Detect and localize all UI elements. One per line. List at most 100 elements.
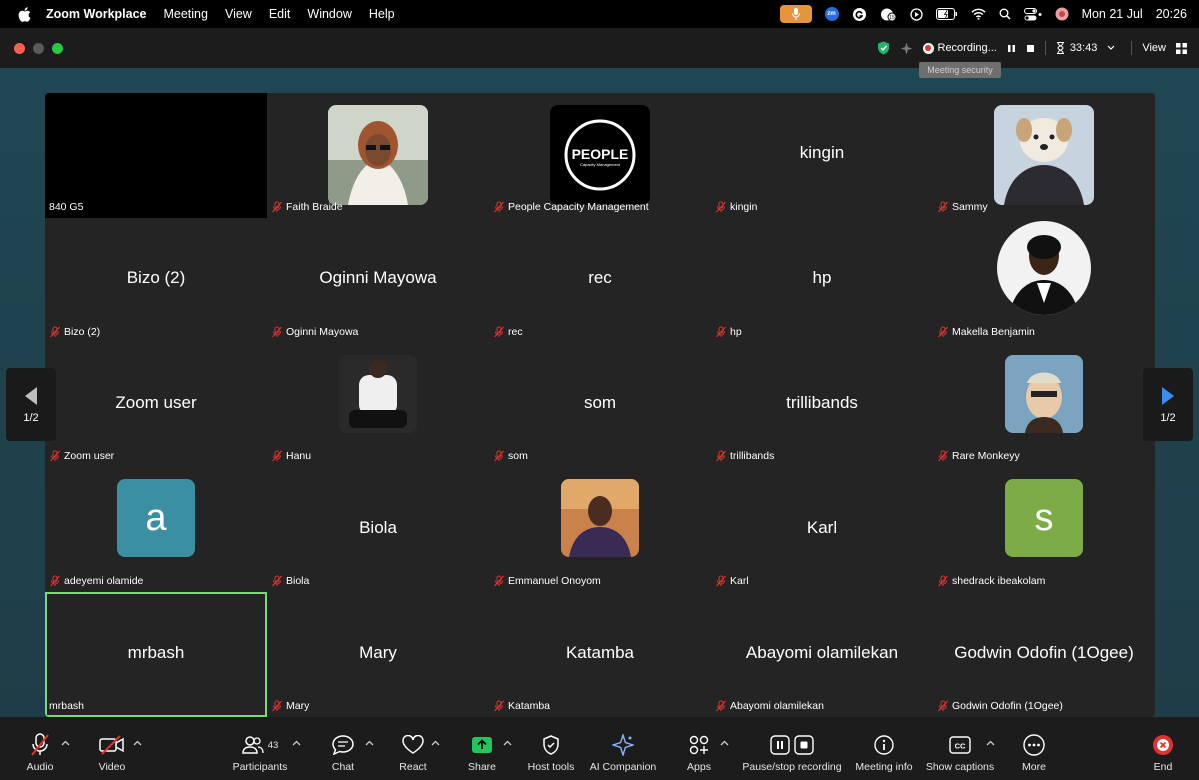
participant-tile[interactable]: mrbash mrbash (45, 592, 267, 717)
participants-button[interactable]: 43 Participants (230, 733, 290, 773)
participant-tile[interactable]: PEOPLE Capacity Management People Capacity… (489, 93, 711, 218)
menu-help[interactable]: Help (360, 7, 403, 21)
participant-name: Faith Braide (286, 200, 343, 213)
wifi-icon[interactable] (971, 8, 986, 20)
participant-name-label: hp (715, 326, 742, 338)
microphone-muted-icon (493, 326, 505, 338)
meeting-timer[interactable]: 33:43 (1070, 42, 1098, 54)
participant-tile[interactable]: a adeyemi olamide (45, 467, 267, 593)
participant-name: Bizo (2) (64, 325, 101, 338)
menu-edit[interactable]: Edit (260, 7, 299, 21)
close-window-button[interactable] (14, 43, 25, 54)
participant-tile[interactable]: Godwin Odofin (1Ogee) Godwin Odofin (1Oge… (933, 592, 1155, 717)
participant-tile[interactable]: Emmanuel Onoyom (489, 467, 711, 593)
next-page-button[interactable]: 1/2 (1143, 368, 1193, 441)
participant-name: mrbash (49, 699, 85, 712)
participant-tile[interactable]: Faith Braide (267, 93, 489, 218)
participant-tile[interactable]: Karl Karl (711, 467, 933, 593)
stop-recording-icon[interactable] (1026, 44, 1035, 53)
participant-avatar (339, 354, 417, 433)
participant-display-name: Zoom user (115, 392, 197, 412)
participant-avatar (997, 220, 1091, 315)
video-options-chevron-icon[interactable] (133, 739, 142, 748)
grammarly-icon[interactable] (852, 7, 867, 22)
zoom-status-icon[interactable]: zm (824, 7, 839, 21)
menu-app-name[interactable]: Zoom Workplace (34, 7, 155, 21)
participant-tile[interactable]: rec rec (489, 217, 711, 343)
participant-tile[interactable]: Biola Biola (267, 467, 489, 593)
ai-companion-button[interactable]: AI Companion (588, 733, 658, 773)
react-button[interactable]: React (398, 733, 428, 773)
react-options-chevron-icon[interactable] (431, 739, 440, 748)
previous-page-button[interactable]: 1/2 (6, 368, 56, 441)
participant-name: Emmanuel Onoyom (508, 575, 601, 588)
participant-tile[interactable]: Hanu (267, 342, 489, 468)
chevron-down-icon[interactable] (1107, 45, 1115, 51)
meeting-security-shield-icon[interactable] (877, 41, 890, 55)
share-options-chevron-icon[interactable] (503, 739, 512, 748)
ai-sparkle-icon[interactable] (900, 42, 913, 55)
menu-window[interactable]: Window (299, 7, 360, 21)
participant-tile[interactable]: s shedrack ibeakolam (933, 467, 1155, 593)
participant-tile[interactable]: 840 G5 (45, 93, 267, 218)
video-button[interactable]: Video (96, 733, 128, 773)
participant-name: Abayomi olamilekan (730, 699, 824, 712)
participant-tile[interactable]: hp hp (711, 217, 933, 343)
participants-options-chevron-icon[interactable] (292, 739, 301, 748)
show-captions-button[interactable]: CC Show captions (925, 733, 995, 773)
play-circle-icon[interactable] (909, 7, 923, 21)
participant-name: adeyemi olamide (64, 575, 144, 588)
chat-options-chevron-icon[interactable] (365, 739, 374, 748)
participant-tile[interactable]: trillibands trillibands (711, 342, 933, 468)
pause-recording-icon[interactable] (1007, 44, 1016, 53)
participant-tile[interactable]: som som (489, 342, 711, 468)
participant-tile[interactable]: Mary Mary (267, 592, 489, 717)
participant-tile[interactable]: Zoom user Zoom user (45, 342, 267, 468)
audio-options-chevron-icon[interactable] (61, 739, 70, 748)
control-center-icon[interactable] (1023, 7, 1042, 21)
meeting-info-button[interactable]: Meeting info (853, 733, 915, 773)
divider (1131, 41, 1133, 55)
apple-icon[interactable] (14, 0, 34, 28)
minimize-window-button[interactable] (33, 43, 44, 54)
microphone-muted-icon (493, 201, 505, 213)
share-button[interactable]: Share (466, 733, 498, 773)
user-avatar-icon[interactable] (1055, 7, 1069, 21)
zoom-window-button[interactable] (52, 43, 63, 54)
host-tools-button[interactable]: Host tools (526, 733, 576, 773)
participant-tile[interactable]: kingin kingin (711, 93, 933, 218)
apps-button[interactable]: Apps (685, 733, 713, 773)
menubar-date[interactable]: Mon 21 Jul (1082, 7, 1143, 21)
more-button[interactable]: More (1020, 733, 1048, 773)
chat-button[interactable]: Chat (330, 733, 356, 773)
participant-tile[interactable]: Bizo (2) Bizo (2) (45, 217, 267, 343)
battery-icon[interactable] (935, 8, 958, 20)
menu-meeting[interactable]: Meeting (155, 7, 216, 21)
participant-name-label: Zoom user (49, 450, 114, 462)
participant-name-label: Makella Benjamin (937, 326, 1035, 338)
triangle-left-icon (25, 386, 37, 405)
microphone-muted-icon (271, 201, 283, 213)
end-meeting-button[interactable]: End (1150, 733, 1176, 773)
messages-badge-icon[interactable]: 15 (880, 7, 897, 22)
audio-button[interactable]: Audio (24, 733, 56, 773)
participant-tile[interactable]: Makella Benjamin (933, 217, 1155, 343)
pause-icon (770, 735, 790, 755)
spotlight-search-icon[interactable] (999, 8, 1011, 20)
react-label: React (399, 761, 427, 773)
participant-display-name: Biola (359, 517, 397, 537)
menubar-time[interactable]: 20:26 (1156, 7, 1187, 21)
grid-view-icon[interactable] (1176, 42, 1187, 54)
participant-tile[interactable]: Rare Monkeyy (933, 342, 1155, 468)
pause-stop-recording-button[interactable]: Pause/stop recording (740, 733, 844, 773)
participant-display-name: hp (812, 268, 832, 288)
participant-tile[interactable]: Oginni Mayowa Oginni Mayowa (267, 217, 489, 343)
view-menu-label[interactable]: View (1142, 42, 1166, 54)
menu-view[interactable]: View (216, 7, 260, 21)
participant-tile[interactable]: Abayomi olamilekan Abayomi olamilekan (711, 592, 933, 717)
participant-tile[interactable]: Sammy (933, 93, 1155, 218)
mic-in-use-icon[interactable] (779, 5, 812, 23)
apps-options-chevron-icon[interactable] (720, 739, 729, 748)
participant-tile[interactable]: Katamba Katamba (489, 592, 711, 717)
captions-options-chevron-icon[interactable] (986, 739, 995, 748)
